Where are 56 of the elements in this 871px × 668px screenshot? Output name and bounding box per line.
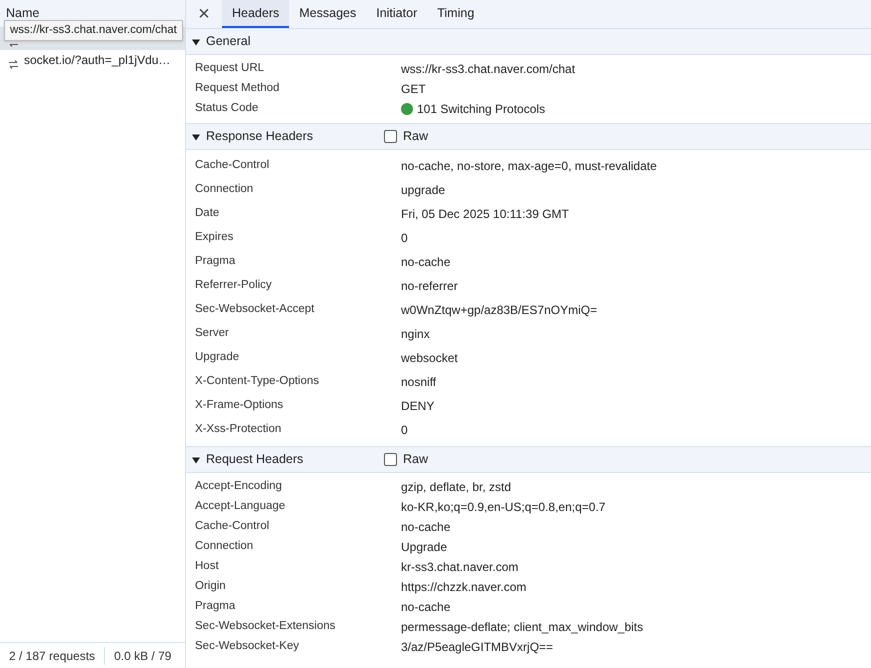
- header-value: 0: [401, 230, 408, 247]
- section-title: Request Headers: [206, 451, 304, 468]
- header-value: no-cache: [401, 599, 450, 616]
- header-name: Request URL: [194, 61, 266, 76]
- header-name: Cache-Control: [194, 158, 270, 174]
- header-name: Date: [194, 206, 220, 222]
- header-value: upgrade: [401, 182, 446, 199]
- header-value: ko-KR,ko;q=0.9,en-US;q=0.8,en;q=0.7: [401, 499, 606, 516]
- header-value: DENY: [401, 398, 434, 415]
- header-value: GET: [401, 81, 426, 98]
- header-value: gzip, deflate, br, zstd: [401, 479, 512, 496]
- header-name: Request Method: [194, 81, 280, 96]
- header-value: no-cache: [401, 254, 450, 271]
- header-name: Connection: [194, 182, 254, 198]
- raw-label: Raw: [403, 128, 428, 146]
- header-name: Pragma: [194, 599, 236, 614]
- header-name: Sec-Websocket-Key: [194, 639, 300, 654]
- header-value: Upgrade: [401, 539, 448, 556]
- header-value: kr-ss3.chat.naver.com: [401, 559, 518, 576]
- header-name: Expires: [194, 230, 234, 246]
- header-name: Pragma: [194, 254, 236, 270]
- header-value: 0: [401, 422, 408, 439]
- header-value: no-cache: [401, 519, 450, 536]
- section-title: General: [206, 33, 252, 50]
- header-value: no-cache, no-store, max-age=0, must-revalidate: [401, 158, 657, 175]
- tooltip: wss://kr-ss3.chat.naver.com/chat: [4, 20, 183, 42]
- header-value: no-referrer: [401, 278, 458, 295]
- header-value: 101 Switching Protocols: [417, 101, 546, 118]
- header-value: Fri, 05 Dec 2025 10:11:39 GMT: [401, 206, 569, 223]
- header-name: Cache-Control: [194, 519, 270, 534]
- header-name: Referrer-Policy: [194, 278, 273, 294]
- header-name: Server: [194, 326, 230, 342]
- raw-label: Raw: [403, 451, 428, 468]
- header-name: Status Code: [194, 101, 260, 116]
- header-name: X-Xss-Protection: [194, 422, 282, 438]
- header-name: Host: [194, 559, 220, 574]
- status-text: 2 / 187 requests: [8, 648, 96, 664]
- header-name: Accept-Language: [194, 499, 286, 514]
- header-name: Upgrade: [194, 350, 240, 366]
- header-value: permessage-deflate; client_max_window_bits: [401, 619, 644, 636]
- header-name: Accept-Encoding: [194, 479, 283, 494]
- header-value: https://chzzk.naver.com: [401, 579, 526, 596]
- section-title: Response Headers: [206, 128, 314, 146]
- status-text: 0.0 kB / 79: [104, 646, 180, 664]
- header-name: X-Content-Type-Options: [194, 374, 320, 390]
- header-value: nginx: [401, 326, 430, 343]
- header-name: Sec-Websocket-Extensions: [194, 619, 336, 634]
- header-value: w0WnZtqw+gp/az83B/ES7nOYmiQ=: [401, 302, 598, 319]
- header-name: X-Frame-Options: [194, 398, 284, 414]
- header-value: nosniff: [401, 374, 436, 391]
- header-name: Connection: [194, 539, 254, 554]
- header-value: websocket: [401, 350, 458, 367]
- header-name: Sec-Websocket-Accept: [194, 302, 316, 318]
- header-name: Origin: [194, 579, 227, 594]
- header-value: 3/az/P5eagleGITMBVxrjQ==: [401, 639, 554, 656]
- header-value: wss://kr-ss3.chat.naver.com/chat: [401, 61, 576, 78]
